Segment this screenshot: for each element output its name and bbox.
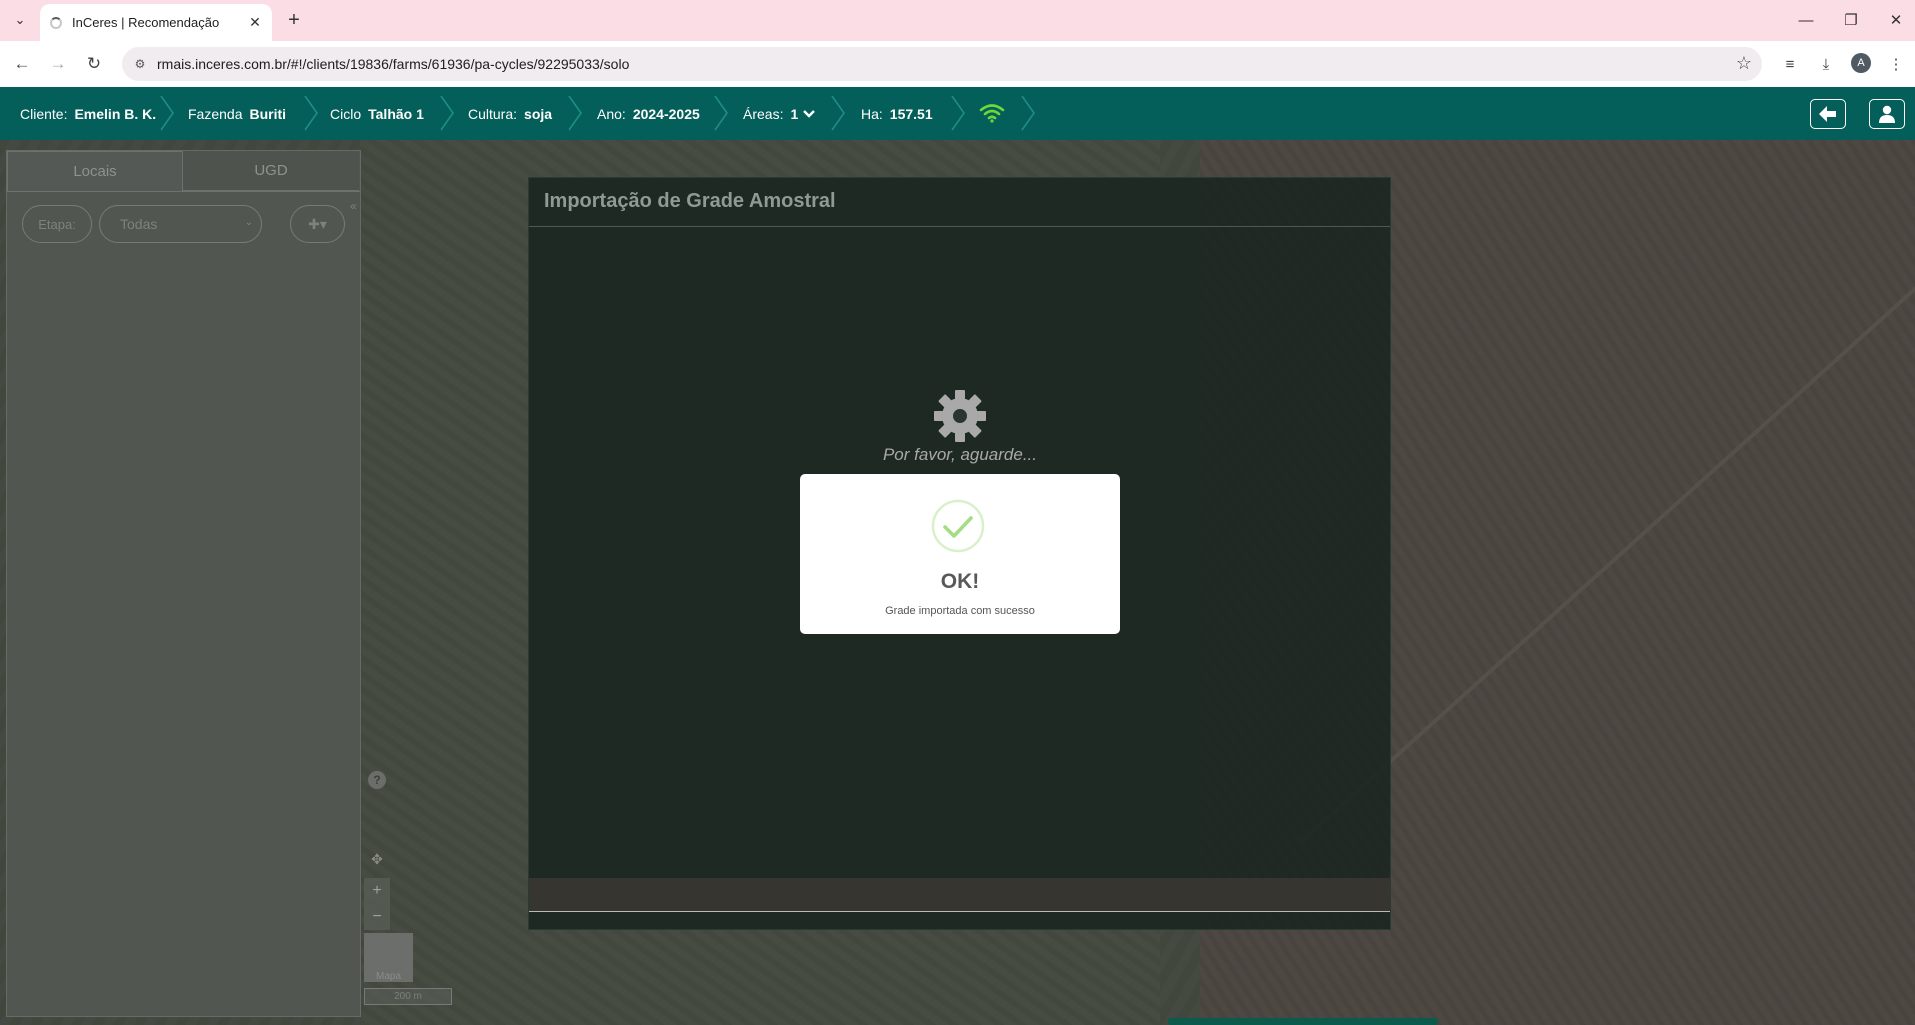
ha-value: 157.51	[889, 105, 933, 122]
tab-title: InCeres | Recomendação	[72, 15, 220, 30]
tab-list-chevron-icon[interactable]: ⌄	[8, 8, 32, 32]
reload-icon[interactable]: ↻	[80, 50, 108, 78]
breadcrumb-ha: Ha: 157.51	[861, 87, 933, 140]
etapa-select[interactable]: Todas ⌄	[99, 205, 262, 243]
map-thumbnail[interactable]: Mapa	[364, 933, 413, 982]
ano-value: 2024-2025	[632, 105, 700, 122]
gear-icon	[933, 389, 987, 443]
download-icon[interactable]: ⤓	[1814, 52, 1838, 76]
site-info-icon[interactable]: ⚙	[132, 56, 148, 72]
map-scale: 200 m	[364, 988, 452, 1005]
user-profile-button[interactable]	[1869, 99, 1905, 129]
user-icon	[1879, 105, 1895, 123]
areas-label: Áreas:	[743, 105, 784, 122]
collapse-icon[interactable]: «	[350, 199, 357, 213]
loading-text: Por favor, aguarde...	[882, 445, 1038, 464]
breadcrumb-chevron-icon	[301, 94, 323, 132]
breadcrumb-chevron-icon	[828, 94, 850, 132]
zoom-controls: + −	[364, 878, 390, 930]
arrow-left-icon	[1819, 106, 1836, 122]
wifi-status-icon	[979, 103, 1005, 123]
cultura-label: Cultura:	[468, 105, 518, 122]
modal-title: Importação de Grade Amostral	[544, 190, 836, 212]
breadcrumb-cliente[interactable]: Cliente: Emelin B. K.	[20, 87, 156, 140]
success-alert: OK! Grade importada com sucesso	[800, 474, 1120, 634]
breadcrumb-ciclo[interactable]: Ciclo Talhão 1	[330, 87, 424, 140]
tab-ugd[interactable]: UGD	[183, 151, 359, 191]
new-tab-plus-icon[interactable]: +	[282, 8, 306, 32]
alert-title: OK!	[940, 570, 980, 593]
url-text[interactable]: rmais.inceres.com.br/#!/clients/19836/fa…	[157, 56, 629, 72]
breadcrumb-cultura[interactable]: Cultura: soja	[468, 87, 552, 140]
fazenda-value: Buriti	[249, 105, 287, 122]
tab-locais[interactable]: Locais	[7, 151, 183, 191]
breadcrumb-chevron-icon	[565, 94, 587, 132]
breadcrumb-chevron-icon	[711, 94, 733, 132]
etapa-label: Etapa:	[22, 205, 92, 243]
browser-tab[interactable]: InCeres | Recomendação ✕	[40, 4, 272, 41]
minimize-icon[interactable]: —	[1791, 6, 1821, 34]
bookmark-star-icon[interactable]: ☆	[1736, 53, 1752, 74]
breadcrumb-chevron-icon	[948, 94, 970, 132]
ciclo-label: Ciclo	[330, 105, 362, 122]
side-panel: Locais UGD Etapa: Todas ⌄ ✚▾ «	[6, 150, 361, 1017]
browser-menu-icon[interactable]: ⋮	[1884, 52, 1908, 76]
forward-arrow-icon[interactable]: →	[44, 50, 72, 78]
cliente-value: Emelin B. K.	[74, 105, 157, 122]
alert-message: Grade importada com sucesso	[885, 605, 1035, 617]
cliente-label: Cliente:	[20, 105, 68, 122]
profile-avatar[interactable]: A	[1851, 53, 1871, 73]
modal-footer	[529, 878, 1390, 911]
breadcrumb-chevron-icon	[1018, 94, 1040, 132]
tab-close-icon[interactable]: ✕	[244, 12, 266, 34]
back-button[interactable]	[1810, 99, 1846, 129]
window-close-icon[interactable]: ✕	[1881, 6, 1911, 34]
loading-spinner-icon	[50, 16, 62, 29]
ciclo-value: Talhão 1	[368, 105, 424, 122]
breadcrumb-areas[interactable]: Áreas: 1	[743, 87, 816, 140]
breadcrumb-ano[interactable]: Ano: 2024-2025	[597, 87, 700, 140]
app-header: Cliente: Emelin B. K. Fazenda Buriti Cic…	[0, 87, 1915, 140]
back-arrow-icon[interactable]: ←	[8, 50, 36, 78]
zoom-out-button[interactable]: −	[364, 904, 390, 930]
breadcrumb-chevron-icon	[157, 94, 179, 132]
add-button[interactable]: ✚▾	[290, 205, 345, 243]
browser-toolbar: ← → ↻ ⚙ rmais.inceres.com.br/#!/clients/…	[0, 41, 1915, 87]
ano-label: Ano:	[597, 105, 626, 122]
address-bar[interactable]: ⚙ rmais.inceres.com.br/#!/clients/19836/…	[122, 47, 1762, 81]
fazenda-label: Fazenda	[188, 105, 243, 122]
areas-chevron-down-icon	[803, 109, 816, 118]
ha-label: Ha:	[861, 105, 883, 122]
restore-icon[interactable]: ❐	[1836, 6, 1866, 34]
etapa-select-value: Todas	[120, 216, 158, 232]
media-queue-icon[interactable]: ≡	[1778, 52, 1802, 76]
move-arrows-icon[interactable]: ✥	[366, 848, 388, 870]
success-check-icon	[931, 499, 985, 553]
breadcrumb-chevron-icon	[437, 94, 459, 132]
bottom-bar	[1168, 1018, 1438, 1025]
breadcrumb-fazenda[interactable]: Fazenda Buriti	[188, 87, 286, 140]
help-icon[interactable]: ?	[368, 771, 386, 789]
areas-value: 1	[790, 105, 799, 122]
browser-tab-bar: ⌄ InCeres | Recomendação ✕ + — ❐ ✕	[0, 0, 1915, 41]
chevron-down-icon: ⌄	[244, 217, 253, 228]
zoom-in-button[interactable]: +	[364, 878, 390, 904]
cultura-value: soja	[524, 105, 553, 122]
